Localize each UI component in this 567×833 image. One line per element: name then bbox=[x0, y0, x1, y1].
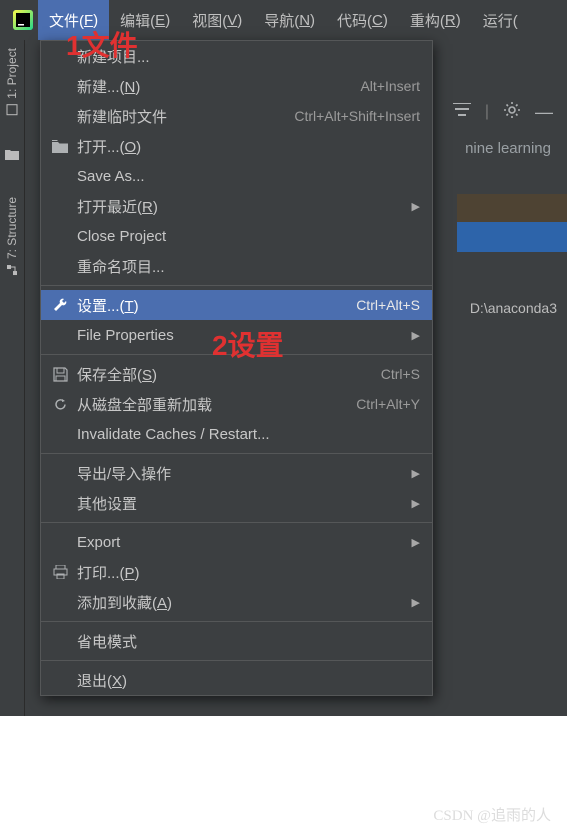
menu-item-label: 添加到收藏(A) bbox=[77, 592, 172, 613]
menu-item-label: Invalidate Caches / Restart... bbox=[77, 426, 270, 443]
file-menu-item-11[interactable]: 从磁盘全部重新加载 Ctrl+Alt+Y bbox=[41, 389, 432, 419]
left-tool-tabs: 1: Project 7: Structure bbox=[0, 40, 25, 716]
menu-N[interactable]: 导航(N) bbox=[253, 0, 326, 40]
shortcut: Ctrl+Alt+Shift+Insert bbox=[294, 108, 420, 124]
menu-separator bbox=[41, 660, 432, 661]
file-menu-item-12[interactable]: Invalidate Caches / Restart... bbox=[41, 419, 432, 449]
menu-item-label: Export bbox=[77, 534, 120, 551]
annotation-2: 2设置 bbox=[212, 324, 284, 364]
menu-6[interactable]: 运行( bbox=[472, 0, 529, 40]
structure-icon bbox=[5, 263, 19, 277]
editor-hint: nine learning bbox=[465, 140, 551, 157]
app-logo bbox=[8, 0, 38, 40]
file-menu-item-16[interactable]: 打印...(P) bbox=[41, 557, 432, 587]
menu-item-label: 其他设置 bbox=[77, 493, 137, 514]
file-menu-item-17[interactable]: 添加到收藏(A) ▶ bbox=[41, 587, 432, 617]
file-menu-item-4[interactable]: Save As... bbox=[41, 161, 432, 191]
file-menu-dropdown: 新建项目...新建...(N)Alt+Insert新建临时文件Ctrl+Alt+… bbox=[40, 40, 433, 696]
menu-R[interactable]: 重构(R) bbox=[399, 0, 472, 40]
tab-project-label: 1: Project bbox=[5, 48, 19, 99]
shortcut: Ctrl+Alt+Y bbox=[356, 396, 420, 412]
reload-icon bbox=[51, 395, 69, 413]
print-icon bbox=[51, 563, 69, 581]
file-menu-item-6[interactable]: Close Project bbox=[41, 221, 432, 251]
file-menu-item-15[interactable]: Export ▶ bbox=[41, 527, 432, 557]
tab-project[interactable]: 1: Project bbox=[3, 40, 21, 125]
secondary-toolbar: | — bbox=[439, 94, 567, 130]
submenu-arrow-icon: ▶ bbox=[412, 467, 420, 480]
tab-structure-label: 7: Structure bbox=[5, 197, 19, 259]
menu-separator bbox=[41, 453, 432, 454]
file-menu-item-19[interactable]: 退出(X) bbox=[41, 665, 432, 695]
folder-icon bbox=[51, 137, 69, 155]
menu-item-label: 重命名项目... bbox=[77, 256, 165, 277]
file-menu-item-7[interactable]: 重命名项目... bbox=[41, 251, 432, 281]
shortcut: Ctrl+Alt+S bbox=[356, 297, 420, 313]
file-menu-item-8[interactable]: 设置...(T) Ctrl+Alt+S bbox=[41, 290, 432, 320]
menu-item-label: Save As... bbox=[77, 168, 145, 185]
menu-item-label: Close Project bbox=[77, 228, 166, 245]
file-menu-item-1[interactable]: 新建...(N) Alt+Insert bbox=[41, 71, 432, 101]
file-menu-item-13[interactable]: 导出/导入操作 ▶ bbox=[41, 458, 432, 488]
menu-item-label: 退出(X) bbox=[77, 670, 127, 691]
save-icon bbox=[51, 365, 69, 383]
annotation-1: 1文件 bbox=[66, 24, 138, 64]
toolbar-separator: | bbox=[485, 103, 489, 121]
file-menu-item-5[interactable]: 打开最近(R) ▶ bbox=[41, 191, 432, 221]
menu-item-label: 打印...(P) bbox=[77, 562, 140, 583]
menu-item-label: 省电模式 bbox=[77, 631, 137, 652]
menu-item-label: 新建临时文件 bbox=[77, 106, 167, 127]
menu-C[interactable]: 代码(C) bbox=[326, 0, 399, 40]
tab-structure[interactable]: 7: Structure bbox=[3, 189, 21, 285]
wrench-icon bbox=[51, 296, 69, 314]
submenu-arrow-icon: ▶ bbox=[412, 200, 420, 213]
menu-item-label: File Properties bbox=[77, 327, 174, 344]
gear-icon[interactable] bbox=[503, 101, 521, 124]
menu-separator bbox=[41, 522, 432, 523]
highlighted-row bbox=[457, 194, 567, 222]
menu-item-label: 打开...(O) bbox=[77, 136, 141, 157]
filter-icon[interactable] bbox=[453, 103, 471, 122]
submenu-arrow-icon: ▶ bbox=[412, 497, 420, 510]
interpreter-path: D:\anaconda3 bbox=[470, 300, 557, 316]
file-menu-item-2[interactable]: 新建临时文件 Ctrl+Alt+Shift+Insert bbox=[41, 101, 432, 131]
menu-item-label: 导出/导入操作 bbox=[77, 463, 171, 484]
collapse-icon[interactable]: — bbox=[535, 102, 553, 123]
menu-V[interactable]: 视图(V) bbox=[181, 0, 253, 40]
submenu-arrow-icon: ▶ bbox=[412, 596, 420, 609]
project-icon bbox=[5, 103, 19, 117]
menu-separator bbox=[41, 621, 432, 622]
submenu-arrow-icon: ▶ bbox=[412, 536, 420, 549]
menu-item-label: 保存全部(S) bbox=[77, 364, 157, 385]
menu-item-label: 设置...(T) bbox=[77, 295, 139, 316]
menu-item-label: 新建...(N) bbox=[77, 76, 140, 97]
shortcut: Alt+Insert bbox=[360, 78, 420, 94]
selected-row[interactable] bbox=[457, 222, 567, 252]
file-menu-item-14[interactable]: 其他设置 ▶ bbox=[41, 488, 432, 518]
folder-icon[interactable] bbox=[5, 147, 19, 161]
file-menu-item-18[interactable]: 省电模式 bbox=[41, 626, 432, 656]
file-menu-item-3[interactable]: 打开...(O) bbox=[41, 131, 432, 161]
menu-separator bbox=[41, 285, 432, 286]
menu-item-label: 打开最近(R) bbox=[77, 196, 158, 217]
watermark: CSDN @追雨的人 bbox=[433, 804, 551, 825]
menu-item-label: 从磁盘全部重新加载 bbox=[77, 394, 212, 415]
submenu-arrow-icon: ▶ bbox=[412, 329, 420, 342]
shortcut: Ctrl+S bbox=[381, 366, 420, 382]
